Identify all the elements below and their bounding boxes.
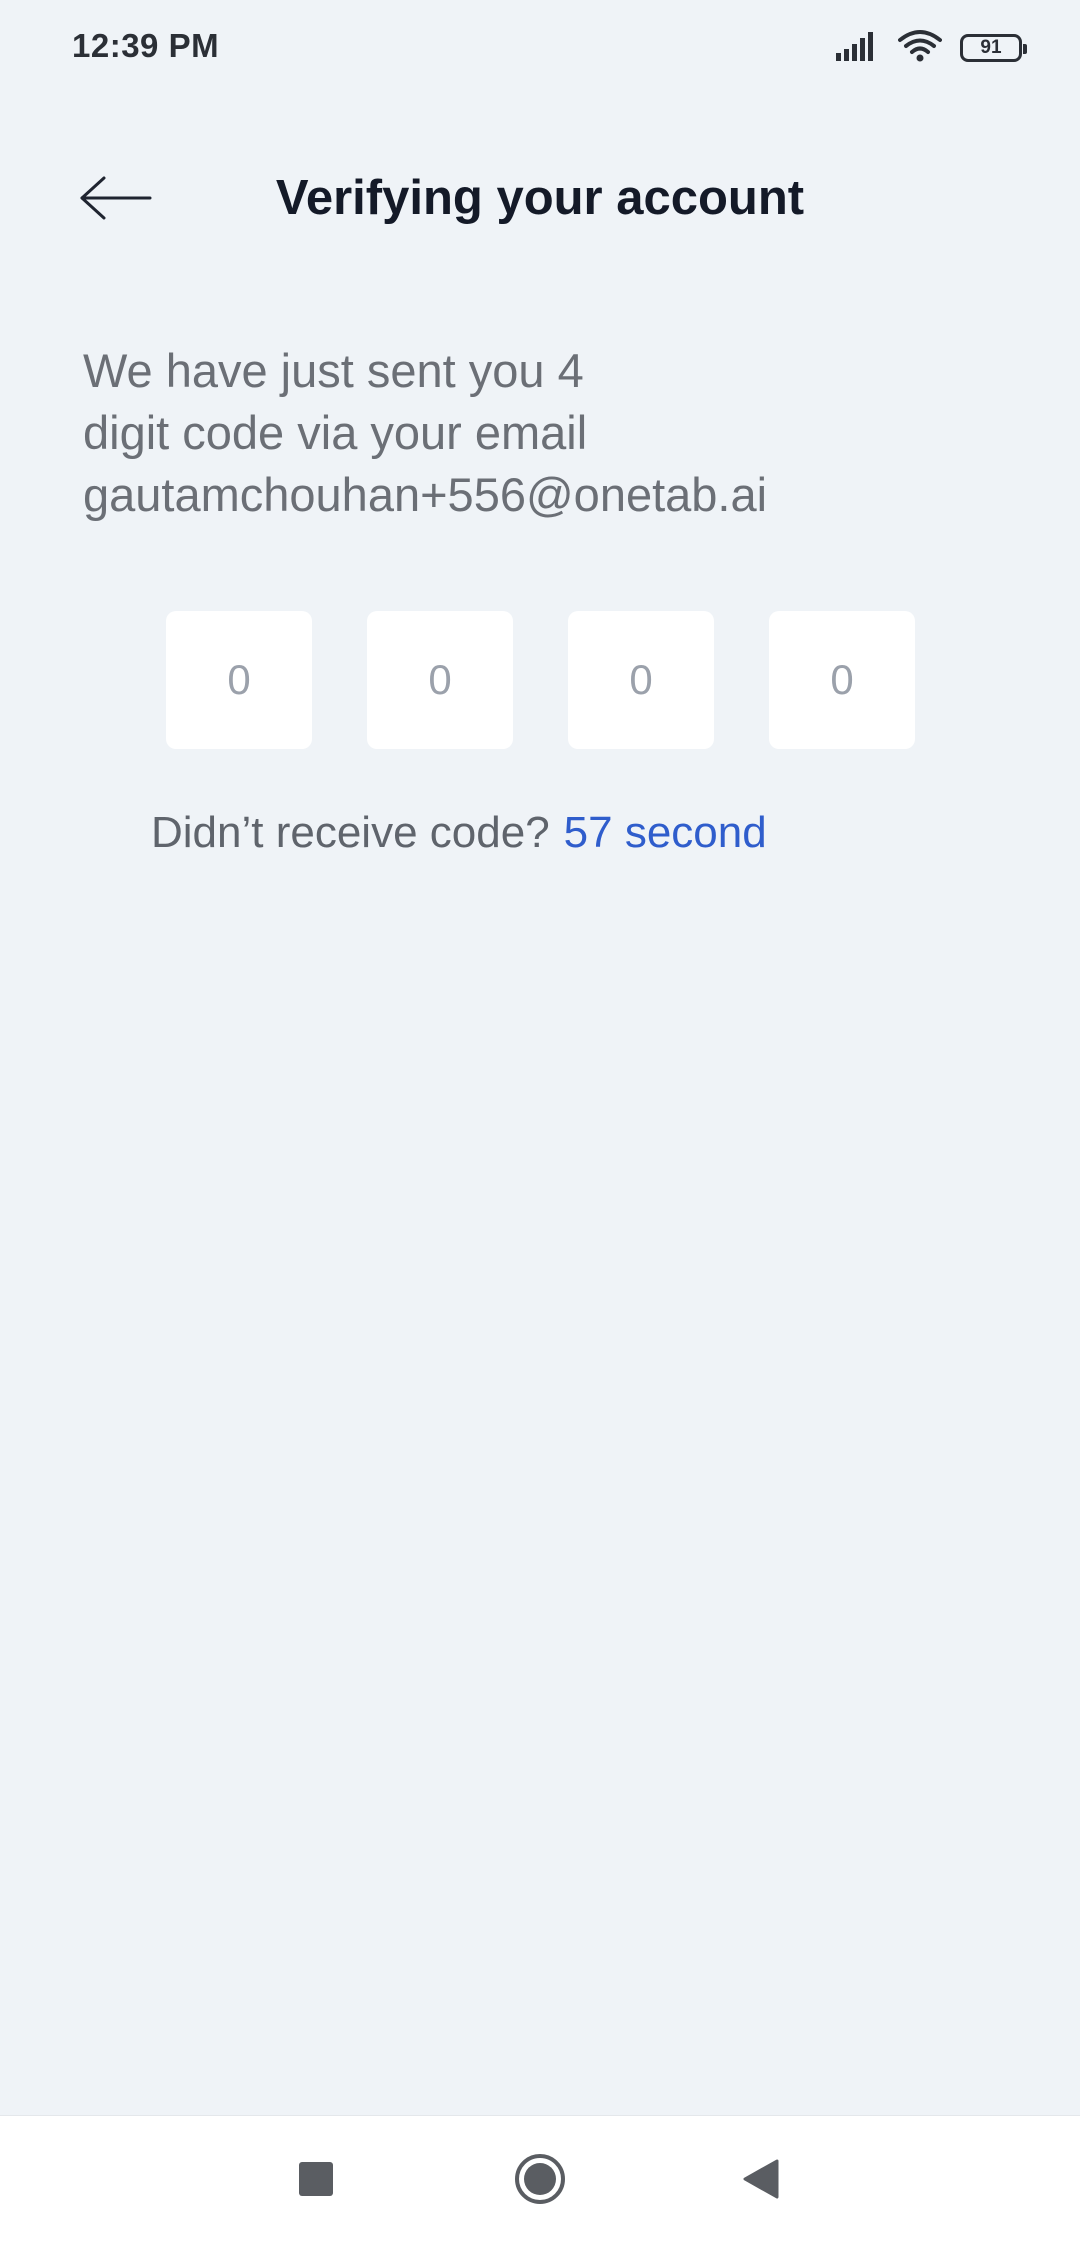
code-digit-2-placeholder: 0 [428, 656, 452, 703]
code-digit-4[interactable]: 0 [769, 611, 915, 749]
page-title: Verifying your account [275, 171, 805, 225]
status-time: 12:39 PM [72, 27, 220, 64]
system-back-button[interactable] [731, 2151, 791, 2211]
resend-label: Didn’t receive code? [151, 808, 550, 857]
code-digit-2[interactable]: 0 [367, 611, 513, 749]
code-digit-1[interactable]: 0 [166, 611, 312, 749]
code-digit-1-placeholder: 0 [227, 656, 251, 703]
message-line-2: digit code via your email [83, 406, 588, 459]
home-circle-icon [513, 2152, 567, 2211]
status-icons: 91 [836, 28, 1027, 68]
wifi-icon [898, 29, 942, 68]
signal-icon [836, 31, 880, 66]
resend-timer[interactable]: 57 second [564, 808, 767, 857]
code-digit-4-placeholder: 0 [830, 656, 854, 703]
code-input-row: 0 0 0 0 [166, 611, 915, 749]
system-nav-bar [0, 2115, 1080, 2247]
home-button[interactable] [510, 2151, 570, 2211]
code-digit-3-placeholder: 0 [629, 656, 653, 703]
code-digit-3[interactable]: 0 [568, 611, 714, 749]
resend-row: Didn’t receive code? 57 second [151, 808, 767, 858]
email-address: gautamchouhan+556@onetab.ai [83, 468, 768, 521]
recents-button[interactable] [286, 2151, 346, 2211]
status-bar: 12:39 PM 91 [0, 0, 1080, 96]
battery-level: 91 [980, 37, 1002, 58]
battery-icon: 91 [960, 34, 1027, 62]
recents-square-icon [298, 2161, 334, 2202]
back-triangle-icon [741, 2158, 781, 2205]
verification-message: We have just sent you 4 digit code via y… [83, 340, 863, 526]
message-line-1: We have just sent you 4 [83, 344, 584, 397]
header: Verifying your account [0, 150, 1080, 250]
